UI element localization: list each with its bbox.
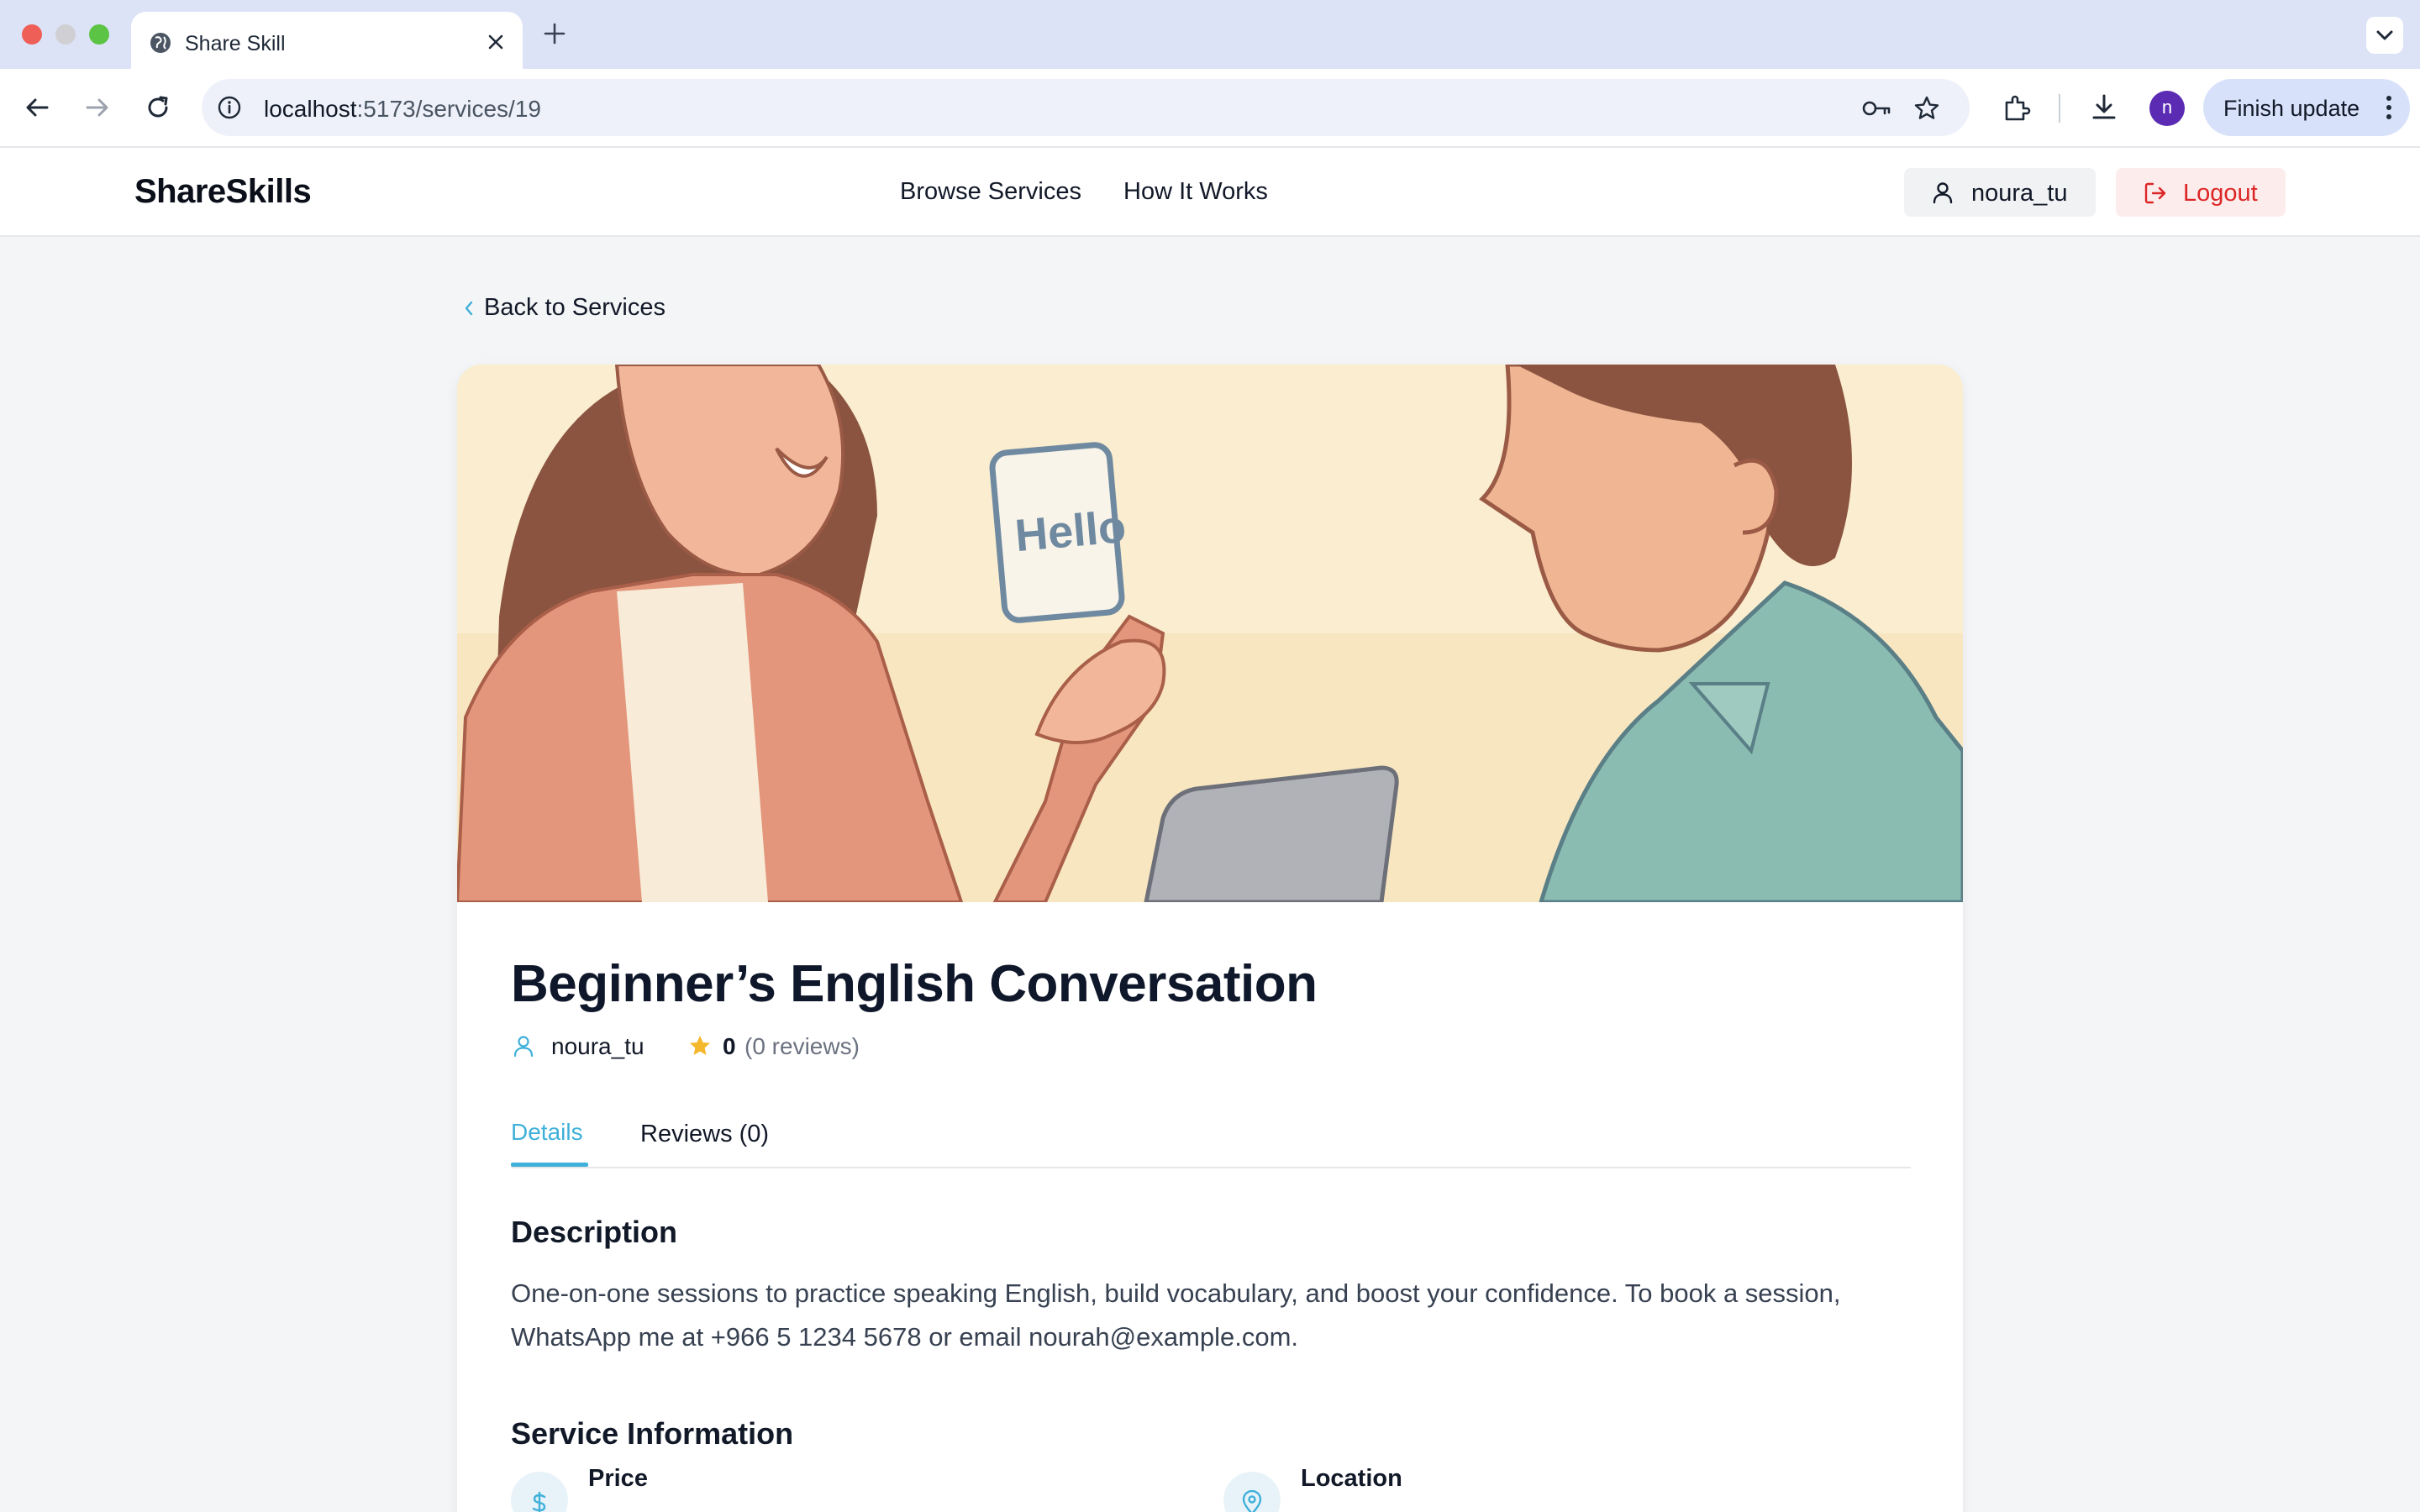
forward-arrow-icon[interactable] <box>81 91 114 124</box>
service-hero-image: Hello <box>457 365 1963 902</box>
user-profile-button[interactable]: noura_tu <box>1904 168 2096 217</box>
tab-reviews[interactable]: Reviews (0) <box>640 1121 769 1148</box>
nav-browse-services[interactable]: Browse Services <box>900 178 1081 206</box>
chevron-down-icon <box>2376 30 2393 40</box>
chevron-left-icon <box>465 301 473 316</box>
hero-hello-text: Hello <box>1013 501 1128 561</box>
site-header: ShareSkills Browse Services How It Works… <box>0 148 2420 237</box>
description-heading: Description <box>511 1215 678 1249</box>
browser-tab-active[interactable]: Share Skill <box>131 12 523 69</box>
browser-toolbar: localhost:5173/services/19 n Finish upda… <box>0 69 2420 148</box>
back-arrow-icon[interactable] <box>20 91 54 124</box>
location-icon-badge <box>1223 1472 1281 1512</box>
price-label: Price <box>588 1465 648 1492</box>
site-info-icon[interactable] <box>217 95 242 120</box>
reviews-count: (0 reviews) <box>744 1033 860 1059</box>
service-info-heading: Service Information <box>511 1416 794 1451</box>
price-icon-badge <box>511 1472 568 1512</box>
rating-value: 0 <box>723 1033 736 1059</box>
password-key-icon[interactable] <box>1860 96 1894 121</box>
user-icon <box>513 1036 534 1058</box>
url-text: localhost:5173/services/19 <box>264 96 541 122</box>
description-text: One-on-one sessions to practice speaking… <box>511 1278 1841 1352</box>
finish-update-button[interactable]: Finish update <box>2203 79 2410 136</box>
service-title: Beginner’s English Conversation <box>511 955 1318 1013</box>
back-link-label: Back to Services <box>484 294 666 321</box>
reload-icon[interactable] <box>141 91 175 124</box>
maximize-window-button[interactable] <box>89 24 109 45</box>
site-logo[interactable]: ShareSkills <box>134 173 312 211</box>
extensions-icon[interactable] <box>2000 91 2033 124</box>
tab-search-button[interactable] <box>2366 17 2403 54</box>
address-bar[interactable]: localhost:5173/services/19 <box>202 79 1970 136</box>
provider-name[interactable]: noura_tu <box>551 1033 644 1060</box>
download-icon[interactable] <box>2087 91 2121 124</box>
globe-icon <box>150 33 171 53</box>
star-icon <box>690 1036 710 1055</box>
logout-icon <box>2144 182 2166 204</box>
tabs-divider <box>511 1167 1911 1168</box>
profile-avatar[interactable]: n <box>2149 91 2185 126</box>
username-label: noura_tu <box>1971 180 2068 207</box>
nav-how-it-works[interactable]: How It Works <box>1123 178 1268 206</box>
logout-label: Logout <box>2183 180 2258 207</box>
bookmark-star-icon[interactable] <box>1912 94 1941 123</box>
service-card: Hello Beginner’s English Conversation no… <box>457 365 1963 1512</box>
tab-title: Share Skill <box>185 32 286 55</box>
user-icon <box>1933 182 1953 204</box>
tab-details[interactable]: Details <box>511 1119 583 1146</box>
close-window-button[interactable] <box>22 24 42 45</box>
new-tab-icon[interactable] <box>541 20 568 47</box>
minimize-window-button[interactable] <box>55 24 76 45</box>
kebab-menu-icon[interactable] <box>2385 94 2393 121</box>
toolbar-separator <box>2059 94 2060 123</box>
map-pin-icon <box>1242 1490 1262 1512</box>
location-label: Location <box>1301 1465 1402 1492</box>
finish-update-label: Finish update <box>2223 96 2360 121</box>
dollar-icon <box>532 1491 546 1512</box>
browser-tabstrip: Share Skill <box>0 0 2420 69</box>
close-tab-icon[interactable] <box>484 30 508 54</box>
logout-button[interactable]: Logout <box>2116 168 2286 217</box>
